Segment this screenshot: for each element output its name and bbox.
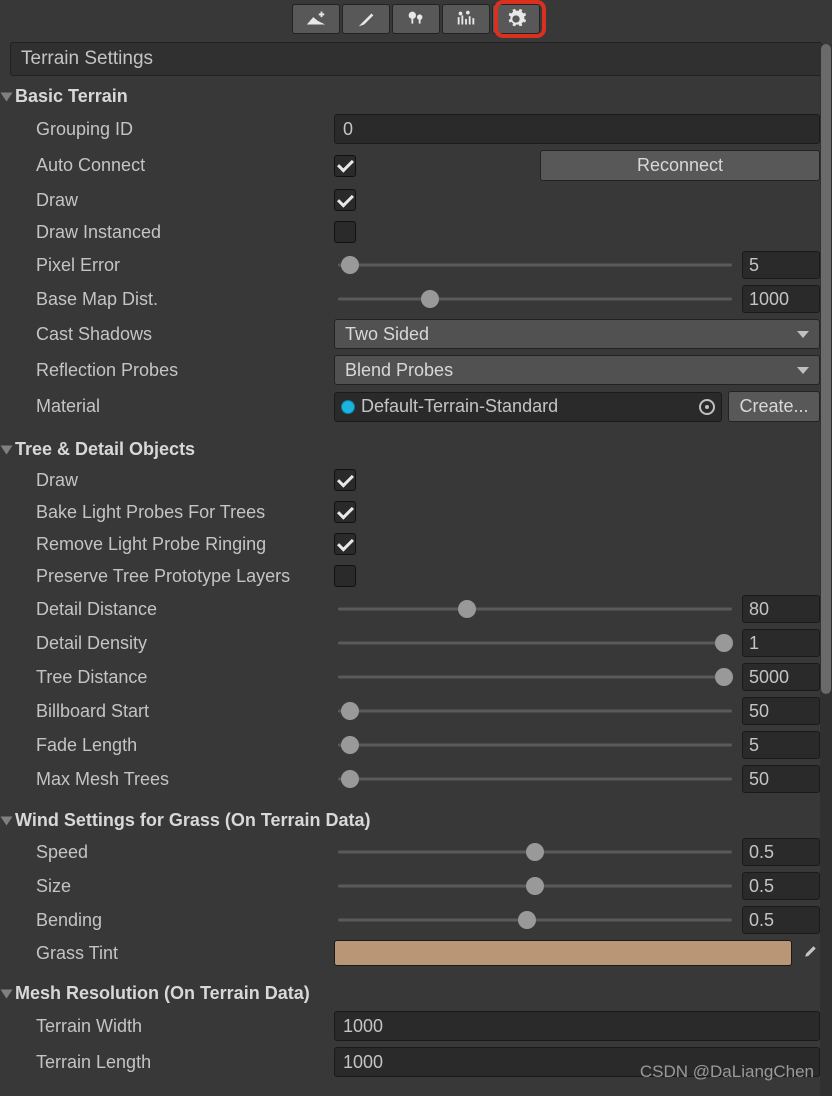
billboard-start-field[interactable]: 50: [742, 697, 820, 725]
terrain-width-field[interactable]: 1000: [334, 1011, 820, 1041]
wind-size-slider[interactable]: [334, 876, 736, 896]
section-tree-detail[interactable]: Tree & Detail Objects: [0, 435, 832, 464]
detail-distance-slider[interactable]: [334, 599, 736, 619]
pixel-error-field[interactable]: 5: [742, 251, 820, 279]
cast-shadows-label: Cast Shadows: [36, 324, 334, 345]
fade-length-label: Fade Length: [36, 735, 334, 756]
terrain-toolbar: [0, 0, 832, 40]
draw-instanced-checkbox[interactable]: [334, 221, 356, 243]
tool-settings[interactable]: [492, 4, 540, 34]
draw-instanced-label: Draw Instanced: [36, 222, 334, 243]
material-label: Material: [36, 396, 334, 417]
section-label: Mesh Resolution (On Terrain Data): [15, 983, 310, 1004]
detail-density-slider[interactable]: [334, 633, 736, 653]
panel-title: Terrain Settings: [10, 42, 822, 76]
pixel-error-slider[interactable]: [334, 255, 736, 275]
preserve-layers-label: Preserve Tree Prototype Layers: [36, 566, 334, 587]
trees-icon: [405, 8, 427, 30]
foldout-icon: [1, 92, 13, 101]
grouping-id-label: Grouping ID: [36, 119, 334, 140]
reconnect-button[interactable]: Reconnect: [540, 150, 820, 181]
draw-label: Draw: [36, 190, 334, 211]
eyedropper-icon[interactable]: [798, 944, 820, 962]
section-mesh-resolution[interactable]: Mesh Resolution (On Terrain Data): [0, 979, 832, 1008]
max-mesh-trees-slider[interactable]: [334, 769, 736, 789]
detail-distance-label: Detail Distance: [36, 599, 334, 620]
wind-bending-label: Bending: [36, 910, 334, 931]
grass-tint-label: Grass Tint: [36, 943, 334, 964]
foldout-icon: [1, 989, 13, 998]
tool-raise-lower[interactable]: [292, 4, 340, 34]
grouping-id-field[interactable]: 0: [334, 114, 820, 144]
detail-distance-field[interactable]: 80: [742, 595, 820, 623]
settings-gear-icon: [505, 8, 527, 30]
fade-length-field[interactable]: 5: [742, 731, 820, 759]
material-field[interactable]: Default-Terrain-Standard: [334, 392, 722, 422]
auto-connect-checkbox[interactable]: [334, 155, 356, 177]
scrollbar-thumb[interactable]: [821, 44, 831, 694]
section-label: Wind Settings for Grass (On Terrain Data…: [15, 810, 371, 831]
remove-ringing-label: Remove Light Probe Ringing: [36, 534, 334, 555]
foldout-icon: [1, 816, 13, 825]
wind-bending-field[interactable]: 0.5: [742, 906, 820, 934]
reflection-probes-label: Reflection Probes: [36, 360, 334, 381]
base-map-dist-label: Base Map Dist.: [36, 289, 334, 310]
draw-checkbox[interactable]: [334, 189, 356, 211]
max-mesh-trees-label: Max Mesh Trees: [36, 769, 334, 790]
cast-shadows-dropdown[interactable]: Two Sided: [334, 319, 820, 349]
wind-speed-field[interactable]: 0.5: [742, 838, 820, 866]
object-picker-icon[interactable]: [699, 399, 715, 415]
tree-distance-slider[interactable]: [334, 667, 736, 687]
details-icon: [455, 8, 477, 30]
tool-paint-texture[interactable]: [342, 4, 390, 34]
remove-ringing-checkbox[interactable]: [334, 533, 356, 555]
bake-light-probes-checkbox[interactable]: [334, 501, 356, 523]
section-wind-settings[interactable]: Wind Settings for Grass (On Terrain Data…: [0, 806, 832, 835]
foldout-icon: [1, 445, 13, 454]
detail-density-label: Detail Density: [36, 633, 334, 654]
tree-distance-label: Tree Distance: [36, 667, 334, 688]
watermark: CSDN @DaLiangChen: [640, 1062, 814, 1082]
section-basic-terrain[interactable]: Basic Terrain: [0, 82, 832, 111]
paint-brush-icon: [355, 8, 377, 30]
reflection-probes-dropdown[interactable]: Blend Probes: [334, 355, 820, 385]
max-mesh-trees-field[interactable]: 50: [742, 765, 820, 793]
grass-tint-field[interactable]: [334, 940, 792, 966]
auto-connect-label: Auto Connect: [36, 155, 334, 176]
preserve-layers-checkbox[interactable]: [334, 565, 356, 587]
wind-size-field[interactable]: 0.5: [742, 872, 820, 900]
wind-speed-label: Speed: [36, 842, 334, 863]
wind-bending-slider[interactable]: [334, 910, 736, 930]
billboard-start-slider[interactable]: [334, 701, 736, 721]
base-map-dist-field[interactable]: 1000: [742, 285, 820, 313]
chevron-down-icon: [797, 331, 809, 338]
tool-paint-trees[interactable]: [392, 4, 440, 34]
wind-speed-slider[interactable]: [334, 842, 736, 862]
terrain-width-label: Terrain Width: [36, 1016, 334, 1037]
billboard-start-label: Billboard Start: [36, 701, 334, 722]
tree-draw-label: Draw: [36, 470, 334, 491]
fade-length-slider[interactable]: [334, 735, 736, 755]
bake-light-probes-label: Bake Light Probes For Trees: [36, 502, 334, 523]
wind-size-label: Size: [36, 876, 334, 897]
terrain-length-label: Terrain Length: [36, 1052, 334, 1073]
tree-distance-field[interactable]: 5000: [742, 663, 820, 691]
tree-draw-checkbox[interactable]: [334, 469, 356, 491]
section-label: Basic Terrain: [15, 86, 128, 107]
section-label: Tree & Detail Objects: [15, 439, 195, 460]
chevron-down-icon: [797, 367, 809, 374]
material-icon: [341, 400, 355, 414]
base-map-dist-slider[interactable]: [334, 289, 736, 309]
detail-density-field[interactable]: 1: [742, 629, 820, 657]
material-create-button[interactable]: Create...: [728, 391, 820, 422]
pixel-error-label: Pixel Error: [36, 255, 334, 276]
scrollbar[interactable]: [820, 44, 832, 1096]
terrain-raise-icon: [305, 8, 327, 30]
tool-paint-details[interactable]: [442, 4, 490, 34]
